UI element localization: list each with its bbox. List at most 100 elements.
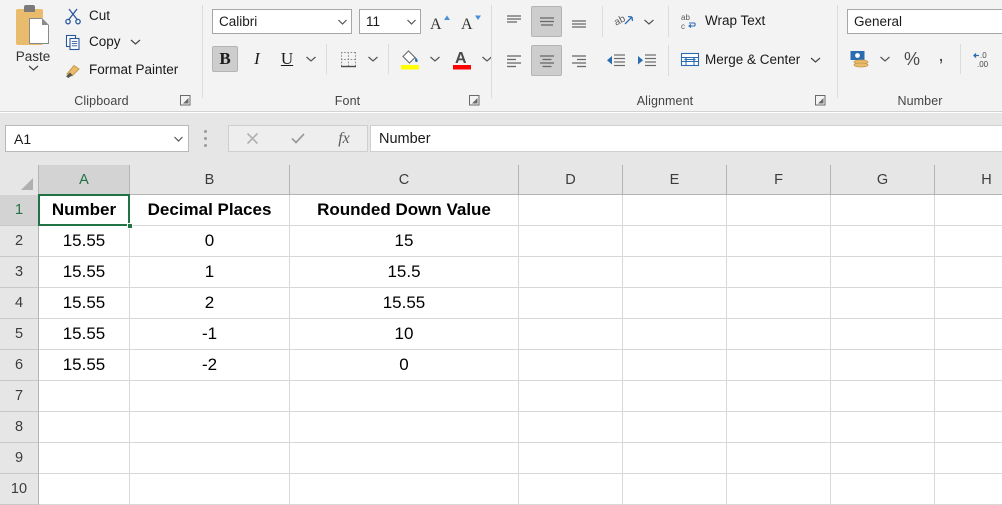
cell-H4[interactable] [935, 288, 1002, 319]
cell-A8[interactable] [39, 412, 130, 443]
cell-F7[interactable] [727, 381, 831, 412]
wrap-text-button[interactable]: ab c Wrap Text [676, 9, 769, 32]
cell-H5[interactable] [935, 319, 1002, 350]
cell-H7[interactable] [935, 381, 1002, 412]
cell-G10[interactable] [831, 474, 935, 505]
cell-E3[interactable] [623, 257, 727, 288]
borders-dropdown-arrow[interactable] [364, 48, 382, 70]
accounting-format-dropdown-arrow[interactable] [876, 48, 894, 70]
align-left-button[interactable] [500, 47, 528, 75]
cell-G2[interactable] [831, 226, 935, 257]
decrease-decimal-button[interactable]: .0 .00 [969, 45, 999, 73]
cell-B2[interactable]: 0 [130, 226, 290, 257]
row-header-8[interactable]: 8 [0, 412, 39, 443]
cell-H8[interactable] [935, 412, 1002, 443]
column-header-f[interactable]: F [727, 165, 831, 195]
align-right-button[interactable] [565, 47, 593, 75]
cell-D1[interactable] [519, 195, 623, 226]
cell-F8[interactable] [727, 412, 831, 443]
bottom-align-button[interactable] [565, 8, 593, 36]
cell-D9[interactable] [519, 443, 623, 474]
decrease-indent-button[interactable] [602, 47, 630, 75]
cell-A5[interactable]: 15.55 [39, 319, 130, 350]
name-box-dropdown-arrow[interactable] [168, 136, 188, 142]
formula-bar-options-handle[interactable] [204, 130, 208, 148]
format-painter-button[interactable]: Format Painter [60, 58, 182, 81]
cell-G4[interactable] [831, 288, 935, 319]
fill-color-dropdown-arrow[interactable] [426, 48, 444, 70]
cell-B3[interactable]: 1 [130, 257, 290, 288]
row-header-7[interactable]: 7 [0, 381, 39, 412]
column-header-g[interactable]: G [831, 165, 935, 195]
cell-E8[interactable] [623, 412, 727, 443]
cell-C3[interactable]: 15.5 [290, 257, 519, 288]
comma-style-button[interactable]: , [929, 45, 953, 73]
column-header-d[interactable]: D [519, 165, 623, 195]
cell-F5[interactable] [727, 319, 831, 350]
cell-A7[interactable] [39, 381, 130, 412]
copy-button[interactable]: Copy [60, 30, 145, 53]
row-header-3[interactable]: 3 [0, 257, 39, 288]
orientation-button[interactable]: ab [610, 8, 638, 36]
column-header-b[interactable]: B [130, 165, 290, 195]
row-header-5[interactable]: 5 [0, 319, 39, 350]
font-name-input[interactable]: Calibri [212, 9, 352, 34]
row-header-10[interactable]: 10 [0, 474, 39, 505]
cell-D6[interactable] [519, 350, 623, 381]
cell-B10[interactable] [130, 474, 290, 505]
cell-G8[interactable] [831, 412, 935, 443]
cell-A2[interactable]: 15.55 [39, 226, 130, 257]
align-center-button[interactable] [531, 45, 562, 76]
cell-D2[interactable] [519, 226, 623, 257]
cell-D7[interactable] [519, 381, 623, 412]
cell-H2[interactable] [935, 226, 1002, 257]
cell-H3[interactable] [935, 257, 1002, 288]
row-header-4[interactable]: 4 [0, 288, 39, 319]
cell-A6[interactable]: 15.55 [39, 350, 130, 381]
middle-align-button[interactable] [531, 6, 562, 37]
cell-A9[interactable] [39, 443, 130, 474]
select-all-button[interactable] [0, 165, 39, 195]
accounting-format-button[interactable] [846, 45, 874, 73]
cell-B7[interactable] [130, 381, 290, 412]
increase-font-size-button[interactable]: A [427, 9, 453, 34]
cell-H6[interactable] [935, 350, 1002, 381]
cell-E6[interactable] [623, 350, 727, 381]
cell-E10[interactable] [623, 474, 727, 505]
cell-G9[interactable] [831, 443, 935, 474]
cell-C7[interactable] [290, 381, 519, 412]
cell-F1[interactable] [727, 195, 831, 226]
cell-E9[interactable] [623, 443, 727, 474]
cell-F3[interactable] [727, 257, 831, 288]
paste-button[interactable]: Paste [8, 3, 58, 83]
cell-F6[interactable] [727, 350, 831, 381]
cancel-edit-button[interactable] [229, 126, 275, 151]
increase-indent-button[interactable] [633, 47, 661, 75]
cell-C8[interactable] [290, 412, 519, 443]
cell-E5[interactable] [623, 319, 727, 350]
clipboard-dialog-launcher[interactable] [179, 94, 192, 107]
cell-B4[interactable]: 2 [130, 288, 290, 319]
cell-E1[interactable] [623, 195, 727, 226]
cell-E2[interactable] [623, 226, 727, 257]
chevron-down-icon[interactable] [810, 57, 821, 63]
cell-C6[interactable]: 0 [290, 350, 519, 381]
cell-G3[interactable] [831, 257, 935, 288]
cell-D8[interactable] [519, 412, 623, 443]
cell-H1[interactable] [935, 195, 1002, 226]
cell-B8[interactable] [130, 412, 290, 443]
cell-F9[interactable] [727, 443, 831, 474]
decrease-font-size-button[interactable]: A [458, 9, 484, 34]
bold-button[interactable]: B [212, 46, 238, 72]
column-header-e[interactable]: E [623, 165, 727, 195]
underline-button[interactable]: U [274, 46, 300, 72]
number-format-input[interactable]: General [847, 9, 1002, 34]
confirm-edit-button[interactable] [275, 126, 321, 151]
cell-H9[interactable] [935, 443, 1002, 474]
cell-C9[interactable] [290, 443, 519, 474]
font-color-button[interactable]: A [448, 45, 476, 73]
cell-G1[interactable] [831, 195, 935, 226]
cell-E4[interactable] [623, 288, 727, 319]
cell-C1[interactable]: Rounded Down Value [290, 195, 519, 226]
borders-button[interactable] [334, 46, 362, 72]
